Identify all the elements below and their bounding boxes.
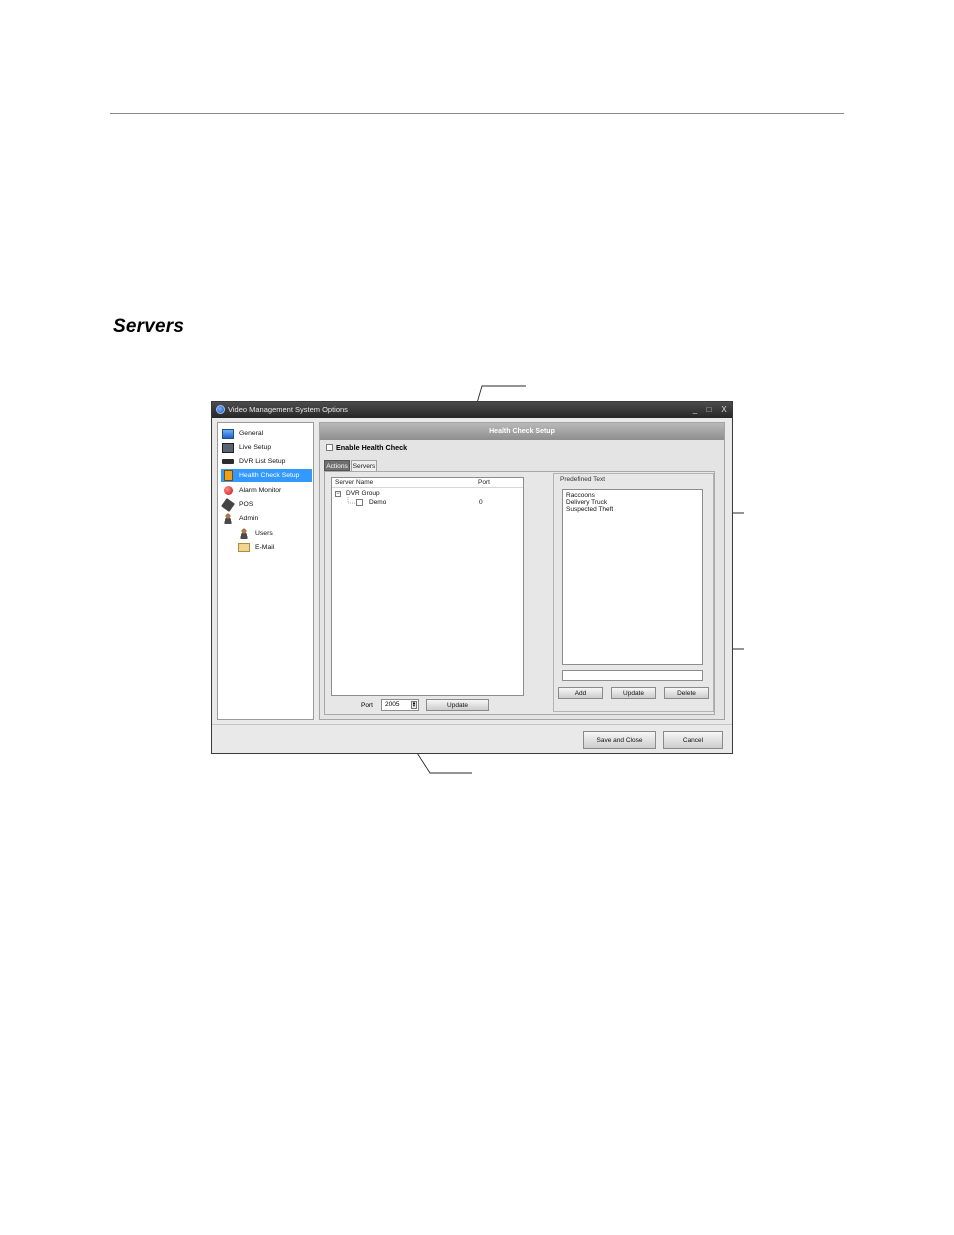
nav-item-label: POS <box>239 501 254 508</box>
dvr-icon <box>222 456 234 467</box>
collapse-icon[interactable]: − <box>335 491 341 497</box>
nav-item-label: Health Check Setup <box>239 472 300 479</box>
list-item[interactable]: Delivery Truck <box>566 499 607 506</box>
predefined-text-list[interactable]: Raccoons Delivery Truck Suspected Theft <box>562 489 703 665</box>
nav-item-admin[interactable]: Admin <box>222 512 310 525</box>
panel-header: Health Check Setup <box>320 423 724 440</box>
pos-icon <box>221 497 235 512</box>
app-logo-icon <box>216 405 225 414</box>
user-icon <box>238 528 250 539</box>
minimize-button[interactable]: _ <box>690 404 700 415</box>
predefined-text-input[interactable] <box>562 670 703 681</box>
nav-item-live-setup[interactable]: Live Setup <box>222 441 310 454</box>
nav-item-label: E-Mail <box>255 544 275 551</box>
tab-actions[interactable]: Actions <box>324 460 350 471</box>
column-header-server-name[interactable]: Server Name <box>335 479 373 486</box>
update-text-button[interactable]: Update <box>611 687 656 699</box>
list-item[interactable]: Suspected Theft <box>566 506 613 513</box>
close-button[interactable]: X <box>719 404 729 415</box>
nav-item-pos[interactable]: POS <box>221 497 310 512</box>
spin-arrows-icon[interactable]: ▴ ▾ <box>411 701 417 709</box>
nav-item-label: Alarm Monitor <box>239 487 282 494</box>
page-rule <box>110 113 844 114</box>
nav-item-label: DVR List Setup <box>239 458 286 465</box>
nav-item-label: Admin <box>239 515 259 522</box>
nav-item-label: Users <box>255 530 273 537</box>
add-text-button[interactable]: Add <box>558 687 603 699</box>
health-check-panel: Health Check Setup Enable Health Check A… <box>319 422 725 720</box>
admin-icon <box>222 513 234 524</box>
update-port-button[interactable]: Update <box>426 699 489 711</box>
header-divider <box>332 487 523 488</box>
enable-health-check-checkbox[interactable] <box>326 444 333 451</box>
delete-text-button[interactable]: Delete <box>664 687 709 699</box>
options-window: Video Management System Options _ □ X Ge… <box>211 401 733 754</box>
server-demo-checkbox[interactable] <box>356 499 363 506</box>
tree-group-dvr[interactable]: DVR Group <box>346 490 380 497</box>
footer-divider <box>212 724 732 725</box>
column-header-port[interactable]: Port <box>478 479 490 486</box>
title-bar: Video Management System Options _ □ X <box>212 402 732 418</box>
section-heading: Servers <box>113 316 185 337</box>
servers-tab-body: Server Name Port − DVR Group Demo 0 Port… <box>324 471 715 715</box>
tab-servers[interactable]: Servers <box>351 460 377 471</box>
predefined-text-group: Predefined Text Raccoons Delivery Truck … <box>553 473 714 712</box>
window-title: Video Management System Options <box>228 405 348 414</box>
cancel-button[interactable]: Cancel <box>663 731 723 749</box>
email-icon <box>238 542 250 553</box>
nav-item-health-check-setup[interactable]: Health Check Setup <box>221 469 312 482</box>
tree-connector-icon <box>347 497 355 504</box>
nav-item-users[interactable]: Users <box>238 527 310 540</box>
health-check-icon <box>222 470 234 481</box>
alarm-icon <box>222 485 234 496</box>
nav-item-alarm-monitor[interactable]: Alarm Monitor <box>222 484 310 497</box>
monitor-icon <box>222 428 234 439</box>
server-list[interactable]: Server Name Port − DVR Group Demo 0 <box>331 477 524 696</box>
nav-item-general[interactable]: General <box>222 427 310 440</box>
enable-health-check-label: Enable Health Check <box>336 443 408 452</box>
nav-item-dvr-list-setup[interactable]: DVR List Setup <box>222 455 310 468</box>
nav-item-label: Live Setup <box>239 444 272 451</box>
port-stepper[interactable]: 2005 ▴ ▾ <box>381 699 419 711</box>
port-label: Port <box>361 702 373 709</box>
list-item[interactable]: Raccoons <box>566 492 595 499</box>
maximize-button[interactable]: □ <box>704 404 714 415</box>
predefined-text-legend: Predefined Text <box>560 476 606 483</box>
tree-server-demo[interactable]: Demo <box>369 499 386 506</box>
save-and-close-button[interactable]: Save and Close <box>583 731 656 749</box>
live-camera-icon <box>222 442 234 453</box>
tree-server-port: 0 <box>479 499 483 506</box>
port-value: 2005 <box>385 701 400 708</box>
nav-panel: General Live Setup DVR List Setup Health… <box>217 422 314 720</box>
nav-item-email[interactable]: E-Mail <box>238 541 310 554</box>
nav-item-label: General <box>239 430 264 437</box>
